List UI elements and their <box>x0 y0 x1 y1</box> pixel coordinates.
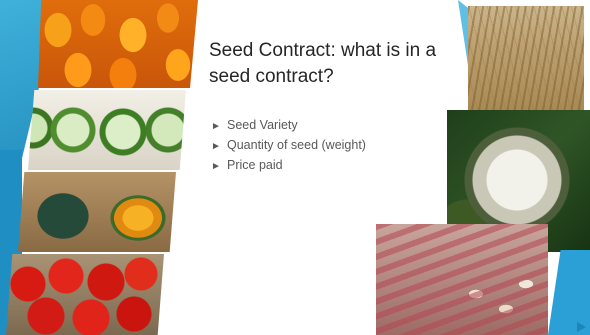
seed-field-image <box>468 6 584 110</box>
bullet-text: Price paid <box>227 158 283 172</box>
corner-arrow-icon <box>577 322 586 332</box>
bullet-item: ► Seed Variety <box>211 115 366 135</box>
bullet-item: ► Quantity of seed (weight) <box>211 135 366 155</box>
peppers-image <box>38 0 198 88</box>
bullet-item: ► Price paid <box>211 155 366 175</box>
bullet-text: Quantity of seed (weight) <box>227 138 366 152</box>
bullet-arrow-icon: ► <box>211 121 221 132</box>
bullet-list: ► Seed Variety ► Quantity of seed (weight)… <box>211 115 366 175</box>
bullet-arrow-icon: ► <box>211 141 221 152</box>
slide: Seed Contract: what is in a seed contrac… <box>0 0 590 335</box>
squash-image <box>18 172 176 252</box>
tomatoes-image <box>6 254 164 335</box>
beans-image <box>376 224 548 335</box>
bullet-arrow-icon: ► <box>211 161 221 172</box>
slide-title: Seed Contract: what is in a seed contrac… <box>209 40 437 87</box>
bullet-text: Seed Variety <box>227 118 298 132</box>
cucumbers-image <box>28 90 186 170</box>
